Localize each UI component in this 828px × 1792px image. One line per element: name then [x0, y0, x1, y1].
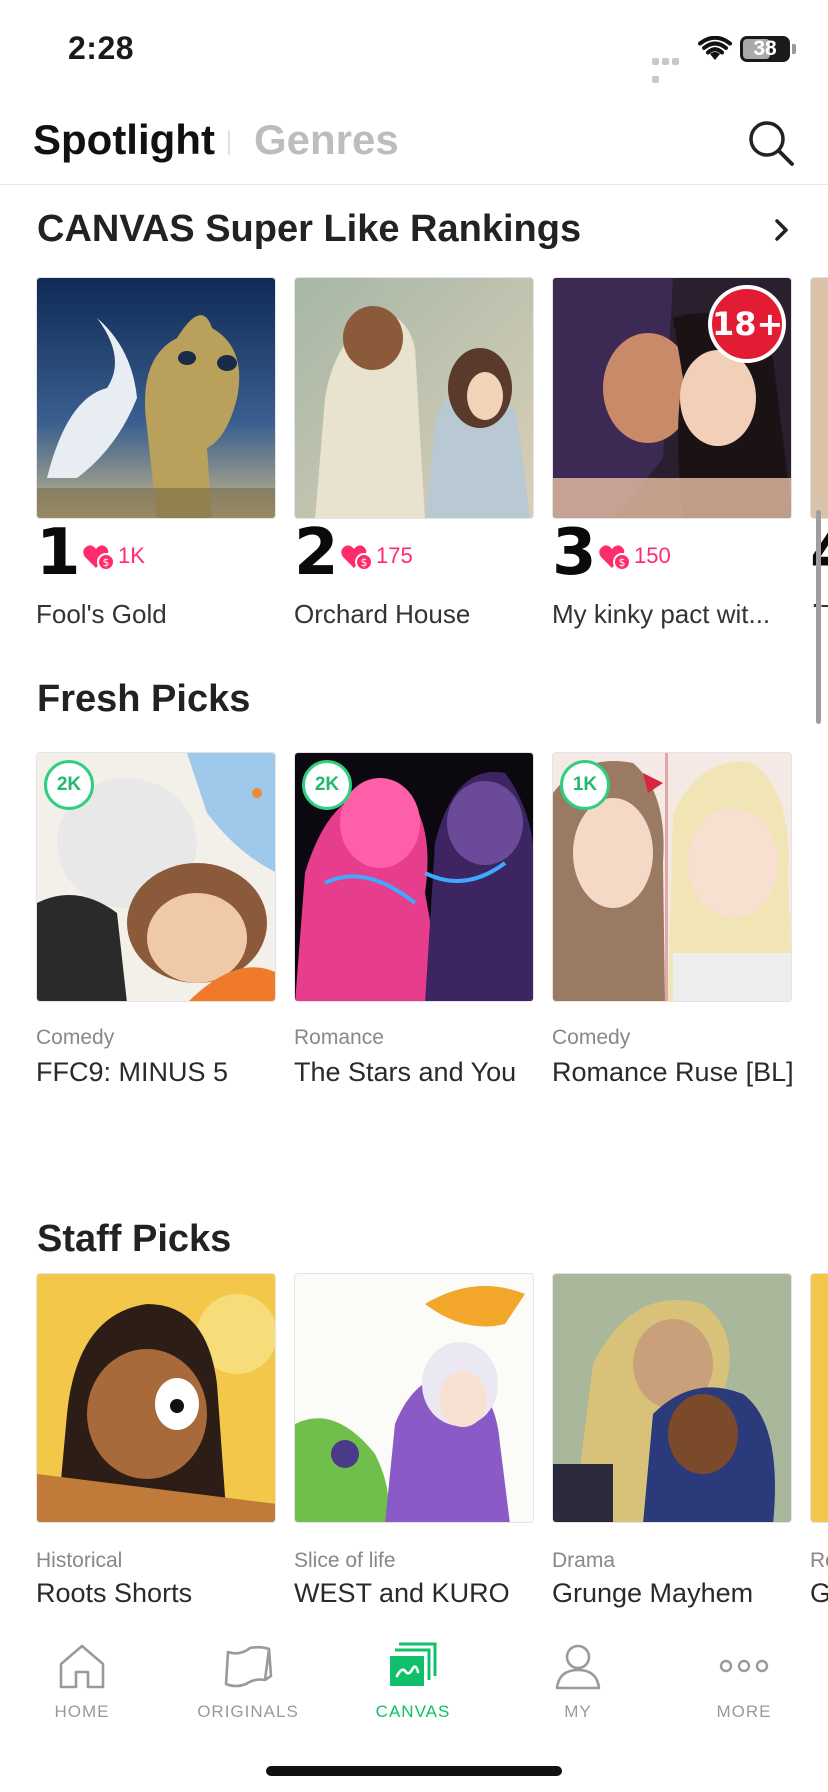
card-title: Romance Ruse [BL]	[552, 1057, 794, 1087]
cover-image	[294, 277, 534, 519]
scrollbar[interactable]	[816, 510, 821, 724]
card-title: Orchard House	[294, 599, 471, 629]
card-title: Fool's Gold	[36, 599, 167, 629]
age-rating-badge: 18+	[708, 285, 786, 363]
search-icon[interactable]	[746, 118, 796, 168]
nav-label: CANVAS	[375, 1702, 451, 1721]
wifi-icon	[698, 36, 732, 60]
section-title-fresh-picks: Fresh Picks	[37, 678, 251, 720]
chevron-right-icon[interactable]	[768, 213, 796, 247]
cover-image: 2K	[36, 752, 276, 1002]
tab-genres[interactable]: Genres	[254, 116, 399, 164]
super-like-icon: $	[341, 545, 373, 571]
rank-number: 1	[36, 516, 81, 590]
nav-my[interactable]: MY	[498, 1640, 658, 1722]
battery-level: 38	[753, 37, 777, 60]
section-title-staff-picks: Staff Picks	[37, 1218, 232, 1260]
cover-image	[36, 277, 276, 519]
rank-number: 2	[294, 516, 339, 590]
cover-image	[810, 1273, 828, 1523]
nav-more[interactable]: MORE	[664, 1640, 824, 1722]
svg-text:$: $	[361, 556, 368, 569]
nav-label: ORIGINALS	[197, 1702, 299, 1721]
cellular-signal-icon	[652, 52, 690, 83]
cover-image	[294, 1273, 534, 1523]
card-title: G	[810, 1578, 828, 1608]
tab-divider	[228, 131, 230, 155]
card-genre: Ro	[810, 1549, 828, 1572]
views-badge: 1K	[560, 760, 610, 810]
like-count: 1K	[118, 543, 145, 568]
svg-text:$: $	[103, 556, 110, 569]
card-genre: Slice of life	[294, 1549, 396, 1572]
nav-label: HOME	[54, 1702, 110, 1721]
cover-image: 1K	[552, 752, 792, 1002]
status-time: 2:28	[68, 30, 135, 66]
like-count: 175	[376, 543, 413, 568]
staff-pick-card[interactable]: Ro G	[810, 1273, 828, 1618]
card-genre: Historical	[36, 1549, 123, 1572]
card-title: Grunge Mayhem	[552, 1578, 754, 1608]
nav-label: MY	[564, 1702, 592, 1721]
status-bar: 2:28 38	[0, 0, 828, 100]
card-genre: Comedy	[552, 1026, 631, 1049]
views-badge: 2K	[44, 760, 94, 810]
cover-image: 2K	[294, 752, 534, 1002]
card-title: WEST and KURO	[294, 1578, 510, 1608]
cover-image	[810, 277, 828, 519]
card-genre: Drama	[552, 1549, 616, 1572]
nav-originals[interactable]: ORIGINALS	[168, 1640, 328, 1722]
battery-tip	[792, 44, 796, 54]
card-title: My kinky pact wit...	[552, 599, 771, 629]
like-count: 150	[634, 543, 671, 568]
rank-number: 3	[552, 516, 597, 590]
originals-icon	[224, 1645, 273, 1688]
card-genre: Comedy	[36, 1026, 115, 1049]
card-genre: Romance	[294, 1026, 384, 1049]
top-header: Spotlight Genres	[0, 100, 828, 185]
card-title: Roots Shorts	[36, 1578, 193, 1608]
cover-image	[36, 1273, 276, 1523]
canvas-icon	[390, 1642, 437, 1686]
super-like-icon: $	[599, 545, 631, 571]
card-title: The Stars and You	[294, 1057, 517, 1087]
section-title-rankings: CANVAS Super Like Rankings	[37, 208, 582, 250]
svg-text:$: $	[619, 556, 626, 569]
home-indicator[interactable]	[266, 1766, 562, 1776]
nav-home[interactable]: HOME	[2, 1640, 162, 1722]
cover-image	[552, 1273, 792, 1523]
cover-image: 18+	[552, 277, 792, 519]
tab-spotlight[interactable]: Spotlight	[33, 116, 215, 164]
super-like-icon: $	[83, 545, 115, 571]
nav-label: MORE	[716, 1702, 772, 1721]
home-icon	[59, 1644, 105, 1689]
battery-icon: 38	[740, 36, 790, 62]
views-badge: 2K	[302, 760, 352, 810]
nav-canvas[interactable]: CANVAS	[333, 1640, 493, 1722]
more-icon	[719, 1659, 769, 1673]
person-icon	[555, 1644, 601, 1690]
card-title: FFC9: MINUS 5	[36, 1057, 229, 1087]
